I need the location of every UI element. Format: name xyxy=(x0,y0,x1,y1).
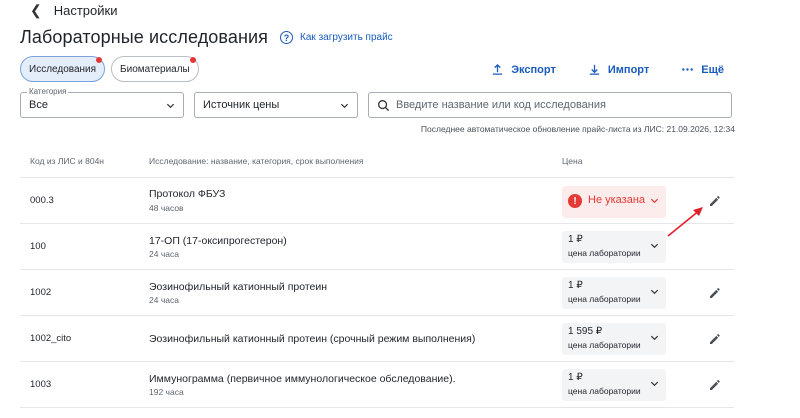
export-button[interactable]: Экспорт xyxy=(491,63,556,76)
price-value: 1 ₽ xyxy=(568,280,583,291)
table-row[interactable]: 1002 Эозинофильный катионный протеин 24 … xyxy=(20,270,734,316)
search-input[interactable]: Введите название или код исследования xyxy=(368,92,732,118)
page-title: Лабораторные исследования xyxy=(20,27,269,47)
filters-bar: Категория Все Источник цены Введите назв… xyxy=(20,87,732,118)
row-name: Эозинофильный катионный протеин xyxy=(149,281,328,293)
tab-studies[interactable]: Исследования xyxy=(20,56,106,82)
price-source-label: цена лаборатории xyxy=(568,386,641,396)
row-duration: 24 часа xyxy=(149,249,179,259)
more-label: Ещё xyxy=(701,63,724,76)
tab-biomaterials-label: Биоматериалы xyxy=(120,63,190,75)
row-code: 000.3 xyxy=(30,195,54,206)
price-select[interactable]: ! Не указана xyxy=(562,186,666,218)
price-source-label: цена лаборатории xyxy=(568,294,641,304)
chevron-down-icon xyxy=(166,103,175,109)
row-code: 1002 xyxy=(30,287,52,298)
question-circle-icon: ? xyxy=(280,31,294,44)
row-duration: 48 часов xyxy=(149,203,184,213)
page-header: Лабораторные исследования ? Как загрузит… xyxy=(20,27,393,48)
row-name: Эозинофильный катионный протеин (срочный… xyxy=(149,333,476,345)
import-label: Импорт xyxy=(607,63,650,76)
help-link[interactable]: ? Как загрузить прайс xyxy=(280,31,393,44)
chevron-down-icon xyxy=(650,381,659,387)
category-select[interactable]: Категория Все xyxy=(20,87,184,118)
row-code: 100 xyxy=(30,241,46,252)
chevron-down-icon xyxy=(650,243,659,249)
row-name: Протокол ФБУЗ xyxy=(149,188,226,200)
pencil-icon[interactable] xyxy=(708,332,722,346)
pencil-icon[interactable] xyxy=(708,286,722,300)
more-dots-icon xyxy=(682,68,694,71)
category-label: Категория xyxy=(27,87,69,96)
price-source-select[interactable]: Источник цены xyxy=(194,92,358,118)
table-row[interactable]: 000.3 Протокол ФБУЗ 48 часов ! Не указан… xyxy=(20,178,734,224)
column-header-price: Цена xyxy=(562,156,583,166)
export-label: Экспорт xyxy=(511,63,556,76)
price-value: 1 595 ₽ xyxy=(568,326,603,337)
chevron-down-icon xyxy=(340,103,349,109)
table-row[interactable]: 100 17-ОП (17-оксипрогестерон) 24 часа 1… xyxy=(20,224,734,270)
pencil-icon[interactable] xyxy=(708,378,722,392)
row-name: Иммунограмма (первичное иммунологическое… xyxy=(149,373,456,385)
chevron-down-icon xyxy=(650,289,659,295)
notification-dot xyxy=(96,57,103,63)
upload-icon xyxy=(493,63,503,75)
row-duration: 192 часа xyxy=(149,387,184,397)
price-select[interactable]: 1 ₽ цена лаборатории xyxy=(562,231,666,263)
last-update-text: Последнее автоматическое обновление прай… xyxy=(420,124,735,134)
notification-dot xyxy=(189,57,196,63)
row-name: 17-ОП (17-оксипрогестерон) xyxy=(149,235,287,247)
row-code: 1003 xyxy=(30,379,52,390)
price-select[interactable]: 1 ₽ цена лаборатории xyxy=(562,369,666,401)
tab-biomaterials[interactable]: Биоматериалы xyxy=(111,56,199,82)
row-duration: 24 часа xyxy=(149,295,179,305)
price-select[interactable]: 1 ₽ цена лаборатории xyxy=(562,277,666,309)
tabs: Исследования Биоматериалы xyxy=(20,56,199,82)
price-value: 1 ₽ xyxy=(568,234,583,245)
chevron-left-icon[interactable]: ❮ xyxy=(30,3,42,17)
search-icon xyxy=(378,99,390,111)
chevron-down-icon xyxy=(650,198,659,204)
price-value: Не указана xyxy=(588,194,646,206)
import-button[interactable]: Импорт xyxy=(588,63,649,76)
table-header: Код из ЛИС и 804н Исследование: название… xyxy=(20,150,734,178)
row-code: 1002_cito xyxy=(30,333,72,344)
price-source-placeholder: Источник цены xyxy=(203,99,280,111)
table-row[interactable]: 1002_cito Эозинофильный катионный протеи… xyxy=(20,316,734,362)
toolbar-actions: Экспорт Импорт Ещё xyxy=(491,63,724,76)
column-header-study: Исследование: название, категория, срок … xyxy=(149,156,364,166)
price-source-label: цена лаборатории xyxy=(568,340,641,350)
tab-studies-label: Исследования xyxy=(29,63,97,75)
more-button[interactable]: Ещё xyxy=(681,63,724,76)
search-placeholder: Введите название или код исследования xyxy=(396,99,606,111)
topbar: ❮ Настройки xyxy=(30,2,117,18)
download-icon xyxy=(589,64,600,75)
settings-link[interactable]: Настройки xyxy=(54,3,118,18)
help-link-label: Как загрузить прайс xyxy=(300,32,393,43)
price-source-label: цена лаборатории xyxy=(568,248,641,258)
pencil-icon[interactable] xyxy=(708,194,722,208)
price-value: 1 ₽ xyxy=(568,372,583,383)
chevron-down-icon xyxy=(650,335,659,341)
category-value: Все xyxy=(29,99,48,111)
table-row[interactable]: 1003 Иммунограмма (первичное иммунологич… xyxy=(20,362,734,408)
price-select[interactable]: 1 595 ₽ цена лаборатории xyxy=(562,323,666,355)
column-header-code: Код из ЛИС и 804н xyxy=(30,156,104,166)
warning-icon: ! xyxy=(568,194,582,208)
